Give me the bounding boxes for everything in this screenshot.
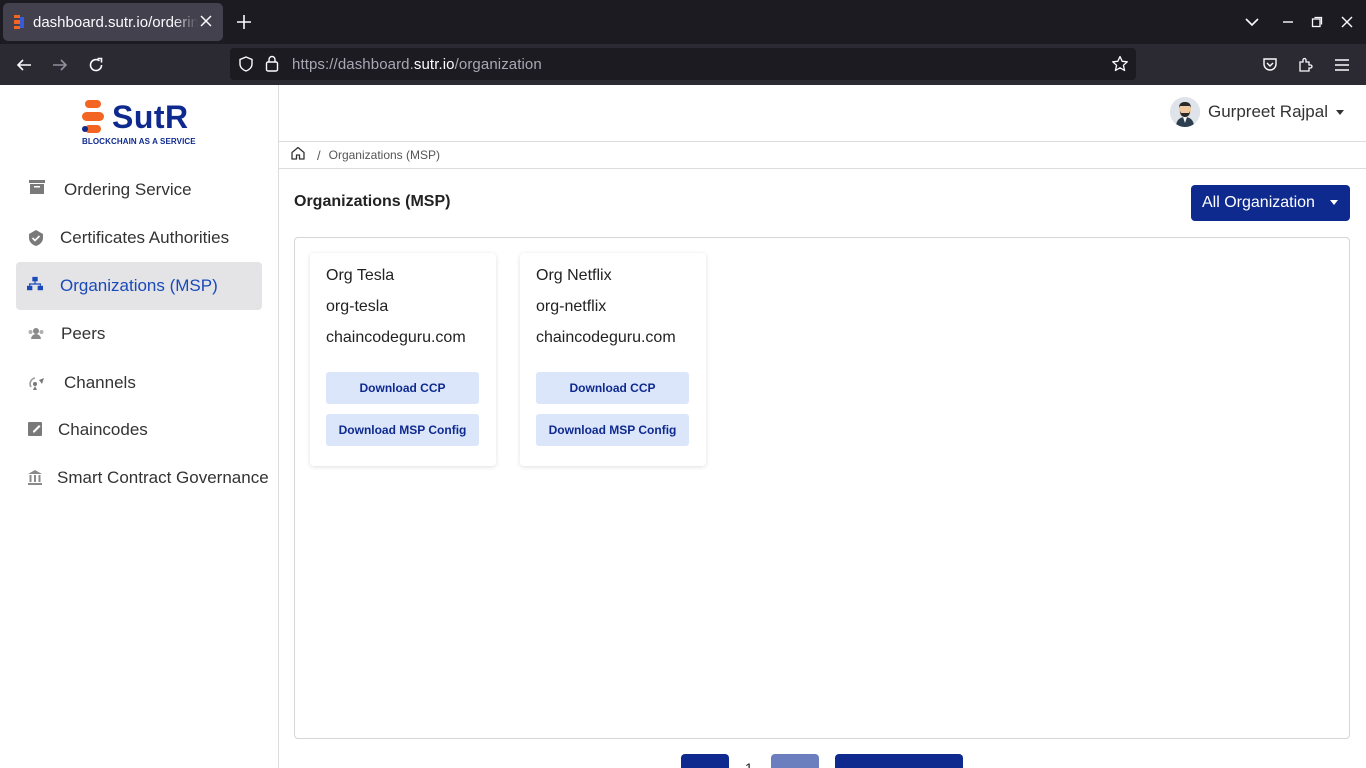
extensions-icon[interactable]: [1294, 53, 1318, 77]
sidebar-item-peers[interactable]: Peers: [16, 310, 262, 358]
breadcrumb-current: Organizations (MSP): [328, 148, 440, 162]
sidebar-item-label: Channels: [64, 373, 136, 392]
download-msp-config-button[interactable]: Download MSP Config: [536, 414, 689, 446]
download-ccp-button[interactable]: Download CCP: [326, 372, 479, 404]
tracking-shield-icon[interactable]: [238, 56, 254, 77]
url-host: sutr.io: [413, 56, 455, 73]
organization-filter-dropdown[interactable]: All Organization: [1191, 185, 1350, 221]
org-id: org-netflix: [536, 298, 607, 315]
url-text[interactable]: https://dashboard.sutr.io/organization: [292, 56, 542, 73]
prev-page-button[interactable]: [681, 754, 729, 768]
tab-title: dashboard.sutr.io/ordering: [33, 13, 198, 31]
sidebar-item-label: Chaincodes: [58, 420, 148, 439]
org-domain: chaincodeguru.com: [536, 329, 676, 346]
brand-name: SutR: [112, 99, 189, 135]
avatar: [1169, 97, 1200, 127]
sidebar-item-organizations[interactable]: Organizations (MSP): [16, 262, 262, 310]
browser-toolbar: https://dashboard.sutr.io/organization: [0, 44, 1366, 85]
bank-icon: [28, 470, 42, 485]
sidebar-item-label: Peers: [61, 324, 106, 343]
user-name: Gurpreet Rajpal: [1207, 102, 1328, 121]
sidebar-item-label: Ordering Service: [64, 180, 192, 199]
organizations-panel: Org Tesla org-tesla chaincodeguru.com Do…: [294, 237, 1350, 739]
users-icon: [28, 328, 44, 339]
edit-note-icon: [28, 422, 42, 436]
org-name: Org Netflix: [536, 267, 612, 284]
caret-down-icon: [1330, 200, 1338, 205]
pagination: 1: [0, 754, 1366, 768]
back-arrow-icon[interactable]: [12, 53, 36, 77]
org-name: Org Tesla: [326, 267, 395, 284]
current-page-number: 1: [745, 760, 753, 768]
org-card: Org Tesla org-tesla chaincodeguru.com Do…: [310, 253, 496, 466]
tab-list-chevron-icon[interactable]: [1242, 12, 1262, 32]
restore-icon[interactable]: [1307, 12, 1327, 32]
user-menu[interactable]: Gurpreet Rajpal: [1169, 96, 1344, 128]
bookmark-star-icon[interactable]: [1111, 55, 1129, 78]
page-size-select[interactable]: [835, 754, 963, 768]
sidebar-item-chaincodes[interactable]: Chaincodes: [16, 406, 262, 454]
archive-icon: [29, 180, 45, 194]
sidebar-item-label: Certificates Authorities: [60, 228, 230, 247]
sidebar-item-certificates-authorities[interactable]: Certificates Authorities: [16, 214, 262, 262]
sutr-logo[interactable]: SutR BLOCKCHAIN AS A SERVICE: [82, 99, 202, 149]
browser-tab-strip: dashboard.sutr.io/ordering: [0, 0, 1366, 44]
filter-label: All Organization: [1202, 194, 1315, 211]
close-window-icon[interactable]: [1337, 12, 1357, 32]
reload-icon[interactable]: [84, 53, 108, 77]
lock-icon[interactable]: [265, 55, 279, 77]
sitemap-icon: [27, 276, 43, 291]
sutr-favicon-icon: [11, 14, 27, 30]
next-page-button[interactable]: [771, 754, 819, 768]
sidebar: SutR BLOCKCHAIN AS A SERVICE Ordering Se…: [0, 85, 279, 768]
forward-arrow-icon[interactable]: [48, 53, 72, 77]
sidebar-item-channels[interactable]: Channels: [16, 359, 262, 407]
pocket-icon[interactable]: [1258, 53, 1282, 77]
shield-check-icon: [29, 230, 43, 246]
breadcrumb: / Organizations (MSP): [279, 142, 1366, 169]
page-title: Organizations (MSP): [294, 193, 451, 210]
sutr-logo-mark-icon: [82, 100, 104, 133]
browser-tab[interactable]: dashboard.sutr.io/ordering: [3, 3, 223, 41]
sidebar-item-label: Organizations (MSP): [60, 276, 218, 295]
download-msp-config-button[interactable]: Download MSP Config: [326, 414, 479, 446]
address-bar[interactable]: https://dashboard.sutr.io/organization: [230, 48, 1136, 80]
tab-close-icon[interactable]: [197, 12, 215, 30]
hamburger-menu-icon[interactable]: [1330, 53, 1354, 77]
breadcrumb-separator: /: [317, 147, 321, 163]
url-path: /organization: [454, 56, 542, 73]
org-card: Org Netflix org-netflix chaincodeguru.co…: [520, 253, 706, 466]
download-ccp-button[interactable]: Download CCP: [536, 372, 689, 404]
chevron-down-icon: [1336, 109, 1344, 115]
sidebar-item-smart-contract-governance[interactable]: Smart Contract Governance: [16, 454, 269, 502]
org-id: org-tesla: [326, 298, 389, 315]
broadcast-icon: [29, 377, 44, 390]
app-page: SutR BLOCKCHAIN AS A SERVICE Ordering Se…: [0, 85, 1366, 768]
sidebar-item-ordering-service[interactable]: Ordering Service: [16, 166, 262, 214]
new-tab-icon[interactable]: [232, 10, 256, 34]
minimize-icon[interactable]: [1278, 12, 1298, 32]
org-domain: chaincodeguru.com: [326, 329, 466, 346]
home-icon[interactable]: [291, 146, 305, 165]
brand-tagline: BLOCKCHAIN AS A SERVICE: [82, 137, 196, 146]
app-header: Gurpreet Rajpal: [279, 85, 1366, 142]
url-prefix: https://dashboard.: [292, 56, 414, 73]
sidebar-item-label: Smart Contract Governance: [57, 468, 269, 487]
